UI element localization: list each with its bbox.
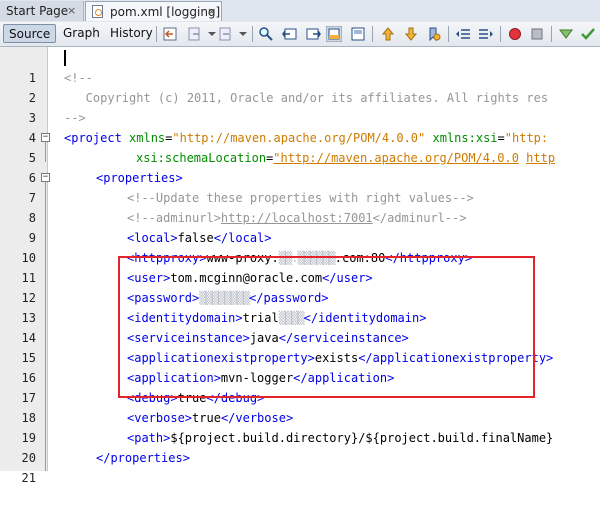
code-line: 20 <path>${project.build.directory}/${pr… [0,428,600,465]
editor-toolbar: Source Graph History [0,22,600,47]
source-view-button[interactable]: Source [3,24,57,43]
fold-toggle-icon[interactable]: − [41,173,50,182]
tab-start-page[interactable]: Start Page × [0,1,84,21]
code-editor[interactable]: 1 2 <!-- 3 Copyright (c) 2011, Oracle an… [0,47,600,485]
shift-left-icon[interactable] [455,26,471,42]
code-line: 9 <!--adminurl>http://localhost:7001</ad… [0,208,600,245]
last-edit-icon[interactable] [187,26,203,42]
toolbar-separator [500,26,501,42]
code-line: 7 − <properties> [0,168,600,205]
xml-element: <path>${project.build.directory}/${proje… [127,431,554,445]
xml-comment: Copyright (c) 2011, Oracle and/or its af… [64,91,549,105]
xml-comment: <!--Update these properties with right v… [127,191,474,205]
next-bookmark-icon[interactable] [403,26,419,42]
toolbar-separator [156,26,157,42]
back-icon[interactable] [163,26,179,42]
chevron-down-icon[interactable] [235,26,251,42]
toggle-highlight-icon[interactable] [326,26,342,42]
code-line: 1 [0,48,600,85]
code-line: 8 <!--Update these properties with right… [0,188,600,225]
toggle-rect-selection-icon[interactable] [350,26,366,42]
find-previous-icon[interactable] [282,26,298,42]
xml-comment: <!-- [64,71,93,85]
forward-icon[interactable] [218,26,234,42]
graph-view-button[interactable]: Graph [58,24,105,43]
close-icon[interactable]: × [67,1,76,21]
find-icon[interactable] [258,26,274,42]
toolbar-separator [252,26,253,42]
xml-comment: <!--adminurl>http://localhost:7001</admi… [127,211,467,225]
tab-label: Start Page [6,4,69,18]
xml-file-icon [92,5,103,18]
xml-attribute: xsi:schemaLocation="http://maven.apache.… [136,151,556,165]
check-xml-icon[interactable] [558,26,574,42]
code-line: 5 − <project xmlns="http://maven.apache.… [0,128,600,165]
highlight-box [118,256,535,398]
code-line: 6 xsi:schemaLocation="http://maven.apach… [0,148,600,185]
editor-tab-bar: Start Page × pom.xml [logging] × [0,0,600,23]
start-macro-recording-icon[interactable] [507,26,523,42]
toggle-bookmark-icon[interactable] [426,26,442,42]
validate-xml-icon[interactable] [580,26,596,42]
code-line: 10 <local>false</local> [0,228,600,265]
code-line: 3 Copyright (c) 2011, Oracle and/or its … [0,88,600,125]
toolbar-separator [448,26,449,42]
line-number: 21 [21,471,36,485]
previous-bookmark-icon[interactable] [380,26,396,42]
toolbar-separator [551,26,552,42]
code-line: 21 </properties> [0,448,600,485]
find-next-icon[interactable] [305,26,321,42]
xml-comment: --> [64,111,86,125]
shift-right-icon[interactable] [478,26,494,42]
code-line: 4 --> [0,108,600,145]
xml-element: <properties> [96,171,183,185]
code-line: 19 <verbose>true</verbose> [0,408,600,445]
xml-element: </properties> [96,451,190,465]
tab-label: pom.xml [logging] [110,5,221,19]
history-view-button[interactable]: History [105,24,158,43]
xml-element: <project xmlns="http://maven.apache.org/… [64,131,549,145]
xml-element: <local>false</local> [127,231,272,245]
stop-macro-recording-icon[interactable] [529,26,545,42]
text-cursor [64,50,66,66]
close-icon[interactable]: × [207,2,216,22]
tab-pom-xml[interactable]: pom.xml [logging] × [85,1,222,21]
code-line: 2 <!-- [0,68,600,105]
xml-element: <verbose>true</verbose> [127,411,294,425]
fold-toggle-icon[interactable]: − [41,133,50,142]
toolbar-separator [372,26,373,42]
